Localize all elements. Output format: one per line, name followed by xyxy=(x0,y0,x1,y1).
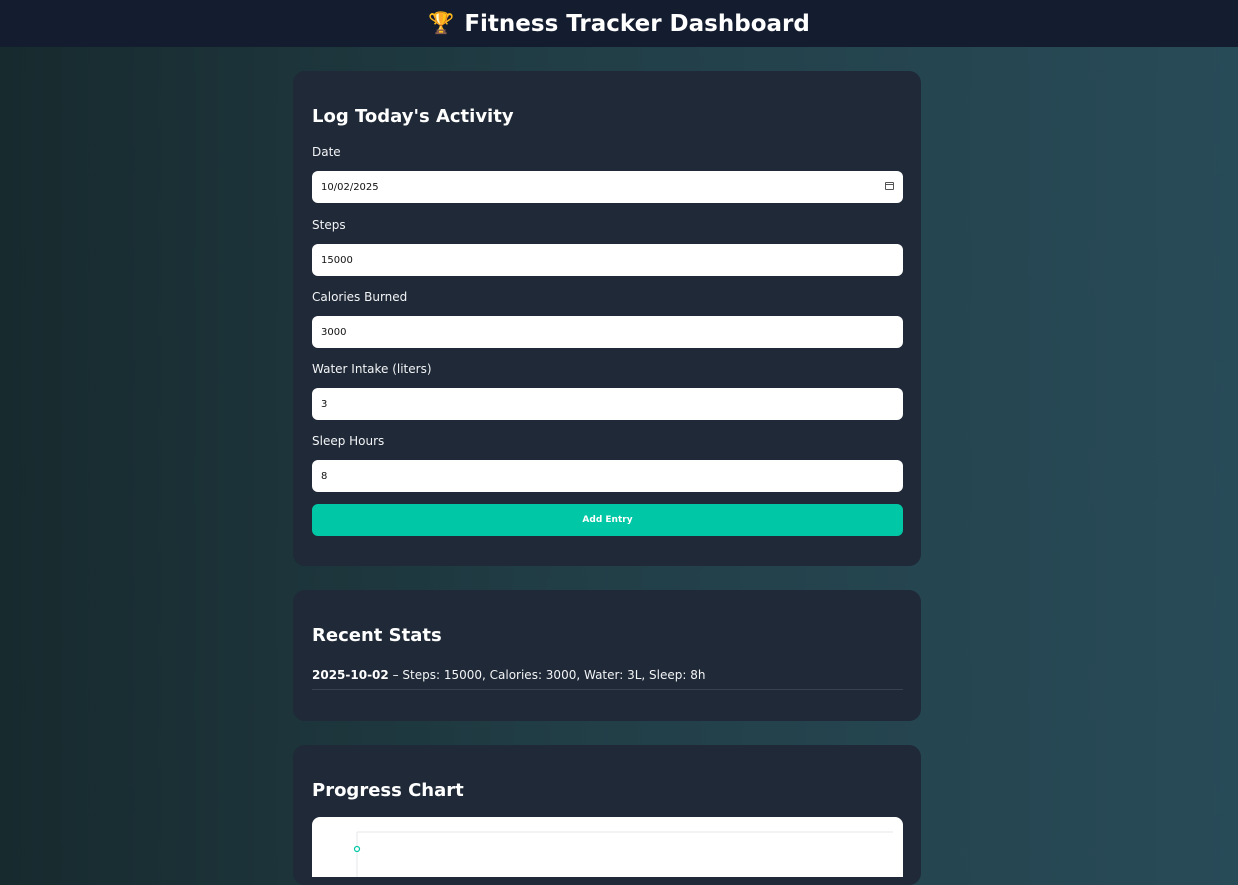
recent-stats-title: Recent Stats xyxy=(312,625,442,646)
progress-chart-title: Progress Chart xyxy=(312,780,464,801)
calories-value: 3000 xyxy=(321,326,347,338)
water-value: 3 xyxy=(321,398,328,410)
sleep-input[interactable]: 8 xyxy=(312,460,903,492)
calories-label: Calories Burned xyxy=(312,290,408,304)
steps-label: Steps xyxy=(312,218,346,232)
progress-chart-card: Progress Chart xyxy=(293,745,921,885)
steps-input[interactable]: 15000 xyxy=(312,244,903,276)
trophy-icon: 🏆 xyxy=(428,11,455,35)
log-activity-title: Log Today's Activity xyxy=(312,106,514,127)
divider xyxy=(312,689,903,690)
date-value: 10/02/2025 xyxy=(321,181,379,193)
steps-value: 15000 xyxy=(321,254,353,266)
chart-svg xyxy=(353,831,893,877)
log-activity-card: Log Today's Activity Date 10/02/2025 Ste… xyxy=(293,71,921,566)
date-label: Date xyxy=(312,145,341,159)
date-input[interactable]: 10/02/2025 xyxy=(312,171,903,203)
recent-stats-card: Recent Stats 2025-10-02 – Steps: 15000, … xyxy=(293,590,921,721)
add-entry-button[interactable]: Add Entry xyxy=(312,504,903,536)
list-item: 2025-10-02 – Steps: 15000, Calories: 300… xyxy=(312,668,705,682)
water-label: Water Intake (liters) xyxy=(312,362,432,376)
calendar-icon[interactable] xyxy=(885,182,894,190)
app-title: Fitness Tracker Dashboard xyxy=(464,10,810,37)
entry-date: 2025-10-02 xyxy=(312,668,389,682)
sleep-value: 8 xyxy=(321,470,328,482)
entry-summary: – Steps: 15000, Calories: 3000, Water: 3… xyxy=(388,668,706,682)
app-header: 🏆 Fitness Tracker Dashboard xyxy=(0,0,1238,47)
data-point xyxy=(353,845,361,853)
sleep-label: Sleep Hours xyxy=(312,434,385,448)
calories-input[interactable]: 3000 xyxy=(312,316,903,348)
water-input[interactable]: 3 xyxy=(312,388,903,420)
progress-chart xyxy=(312,817,903,877)
